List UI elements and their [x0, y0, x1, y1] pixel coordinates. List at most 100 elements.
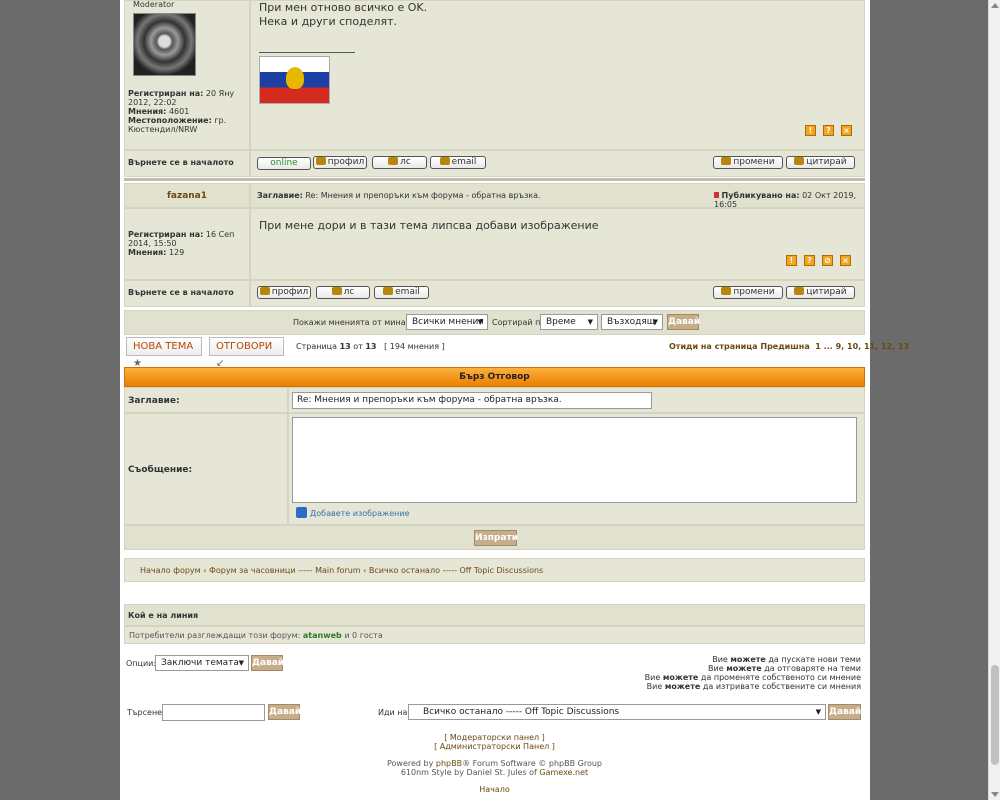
jump-select[interactable]: Всичко останало ----- Off Topic Discussi… [408, 704, 826, 720]
edit-button[interactable]: промени [713, 286, 783, 299]
quote-label: цитирай [806, 287, 847, 297]
new-topic-button[interactable]: НОВА ТЕМА ★ [126, 337, 202, 369]
post1-rank: Moderator [133, 0, 175, 9]
jump-go-button[interactable]: Давай [828, 704, 861, 720]
envelope-icon [439, 157, 450, 165]
posts-label: Мнения: [128, 107, 167, 116]
quote-button[interactable]: цитирай [786, 286, 855, 299]
info-icon[interactable]: ? [823, 125, 834, 136]
message-textarea[interactable] [292, 417, 857, 503]
breadcrumb-home[interactable]: Начало форум [140, 566, 201, 575]
options-select[interactable]: Заключи темата ▼ [155, 655, 249, 671]
online-label: Потребители разглеждащи този форум: [129, 631, 301, 640]
registered-label: Регистриран на: [128, 89, 204, 98]
page-link-1[interactable]: 1 [815, 342, 821, 351]
footer-home-link[interactable]: Начало [124, 785, 865, 794]
image-icon [296, 507, 307, 518]
search-go-button[interactable]: Давай [268, 704, 301, 720]
show-posts-select[interactable]: Всички мнения ▼ [406, 314, 488, 330]
options-label: Опции: [126, 659, 157, 668]
online-button[interactable]: online [257, 157, 311, 170]
sort-order-select[interactable]: Възходящ ▼ [601, 314, 663, 330]
page-link-9[interactable]: 9, [836, 342, 845, 351]
perm-text: Вие [646, 682, 663, 691]
page-link-11[interactable]: 11, [864, 342, 878, 351]
new-topic-label: НОВА ТЕМА [133, 341, 194, 352]
post2-subject: Заглавие: Re: Мнения и препоръки към фор… [257, 191, 541, 200]
back-to-top-link[interactable]: Върнете се в началото [128, 288, 234, 297]
perm-text: да изтривате собствените си мнения [702, 682, 861, 691]
options-go-button[interactable]: Давай [251, 655, 284, 671]
page-current: 13 [339, 342, 351, 351]
pm-button[interactable]: лс [316, 286, 370, 299]
qr-message-label: Съобщение: [128, 465, 193, 475]
show-posts-label: Покажи мненията от миналия: [293, 318, 424, 327]
profile-button[interactable]: профил [257, 286, 311, 299]
submit-button[interactable]: Изпрати [474, 530, 518, 546]
scroll-up-icon[interactable] [991, 3, 999, 8]
sort-by-select[interactable]: Време ▼ [540, 314, 598, 330]
page-link-13[interactable]: 13 [898, 342, 909, 351]
breadcrumb-subforum[interactable]: Всичко останало ----- Off Topic Discussi… [369, 566, 543, 575]
subject-input[interactable]: Re: Мнения и препоръки към форума - обра… [292, 392, 652, 409]
quote-label: цитирай [806, 157, 847, 167]
online-title: Кой е на линия [128, 611, 199, 620]
scrollbar[interactable] [988, 0, 1000, 800]
email-button[interactable]: email [374, 286, 429, 299]
qr-subject-label: Заглавие: [128, 396, 180, 406]
post1-line1: При мен отново всичко е OK. [259, 1, 428, 14]
admin-panel-link[interactable]: [ Администраторски Панел ] [124, 742, 865, 751]
edit-icon [721, 157, 732, 165]
sort-go-button[interactable]: Давай [667, 314, 700, 330]
perm-text: Вие [712, 655, 728, 664]
edit-label: промени [733, 157, 775, 167]
post1-text: При мен отново всичко е OK. Нека и други… [259, 1, 427, 29]
avatar[interactable] [133, 13, 196, 76]
pm-button[interactable]: лс [372, 156, 427, 169]
scroll-down-icon[interactable] [991, 792, 999, 797]
delete-icon[interactable]: × [840, 255, 851, 266]
quote-button[interactable]: цитирай [786, 156, 855, 169]
prev-page-link[interactable]: Предишна [760, 342, 809, 351]
profile-label: профил [271, 287, 309, 297]
pm-label: лс [400, 157, 411, 167]
post-icon [714, 192, 719, 198]
perm-can: можете [730, 655, 766, 664]
page-link-10[interactable]: 10, [847, 342, 861, 351]
back-to-top-link[interactable]: Върнете се в началото [128, 158, 234, 167]
report-icon[interactable]: ! [786, 255, 797, 266]
email-button[interactable]: email [430, 156, 486, 169]
subject-value: Re: Мнения и препоръки към форума - обра… [305, 191, 541, 200]
location-label: Местоположение: [128, 116, 212, 125]
online-header [124, 604, 865, 626]
profile-button[interactable]: профил [313, 156, 367, 169]
add-image-link[interactable]: Добавете изображение [296, 507, 409, 518]
online-user-link[interactable]: atanweb [303, 631, 342, 640]
add-image-label: Добавете изображение [310, 509, 410, 518]
gamexe-link[interactable]: Gamexe.net [539, 768, 588, 777]
mod-panel-link[interactable]: [ Модераторски панел ] [124, 733, 865, 742]
goto-page-link[interactable]: Отиди на страница [669, 342, 758, 351]
delete-icon[interactable]: × [841, 125, 852, 136]
phpbb-link[interactable]: phpBB [436, 759, 462, 768]
page-prefix: Страница [296, 342, 338, 351]
post1-stats: Регистриран на: 20 Яну 2012, 22:02 Мнени… [128, 89, 246, 134]
page-link-12[interactable]: 12, [881, 342, 895, 351]
post2-author[interactable]: fazana1 [124, 191, 250, 201]
edit-button[interactable]: промени [713, 156, 783, 169]
profile-label: профил [327, 157, 365, 167]
warn-icon[interactable]: ⊘ [822, 255, 833, 266]
page-info: Страница 13 от 13 [ 194 мнения ] [296, 342, 445, 351]
show-posts-value: Всички мнения [412, 317, 484, 327]
breadcrumb-forum[interactable]: Форум за часовници ----- Main forum [209, 566, 361, 575]
posts-label: Мнения: [128, 248, 167, 257]
users-icon [331, 287, 342, 295]
reply-button[interactable]: ОТГОВОРИ ↙ [209, 337, 284, 369]
info-icon[interactable]: ? [804, 255, 815, 266]
search-input[interactable] [162, 704, 265, 721]
report-icon[interactable]: ! [805, 125, 816, 136]
edit-label: промени [733, 287, 775, 297]
powered-text: ® Forum Software © phpBB Group [462, 759, 603, 768]
reply-label: ОТГОВОРИ [216, 341, 273, 352]
scroll-thumb[interactable] [991, 665, 999, 765]
